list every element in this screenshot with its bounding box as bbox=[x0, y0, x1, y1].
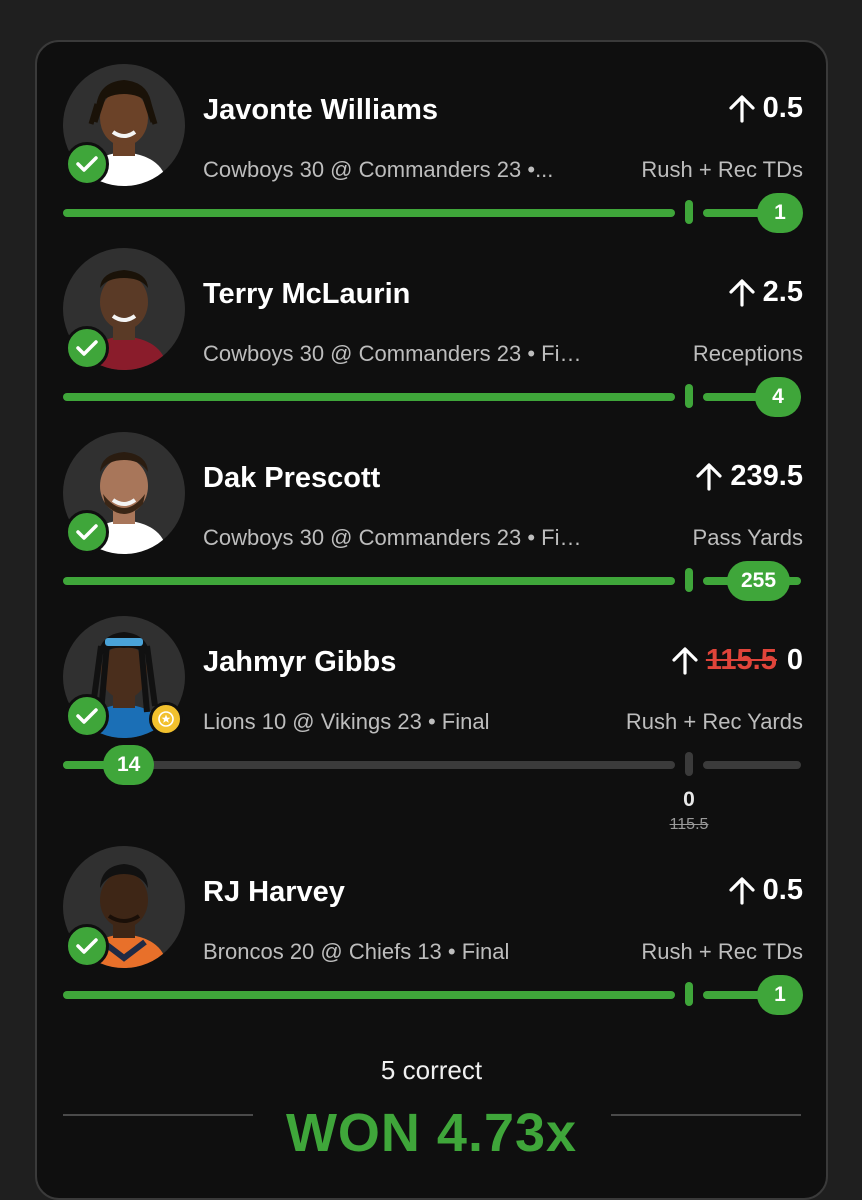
pick-line: 115.5 0 bbox=[672, 644, 803, 677]
pick-line: 2.5 bbox=[729, 276, 803, 309]
player-name: Terry McLaurin bbox=[203, 278, 411, 310]
result-bubble: 255 bbox=[727, 561, 791, 601]
progress-fill bbox=[63, 577, 675, 585]
arrow-up-icon bbox=[696, 462, 723, 491]
payout-result: WON 4.73x bbox=[285, 1103, 578, 1163]
game-info: Cowboys 30 @ Commanders 23 • Final bbox=[203, 341, 583, 366]
line-tick-label: 0 115.5 bbox=[663, 788, 715, 834]
hit-check-icon bbox=[65, 510, 109, 554]
line-value: 239.5 bbox=[730, 460, 803, 492]
arrow-up-icon bbox=[729, 876, 755, 905]
game-info: Broncos 20 @ Chiefs 13 • Final bbox=[203, 939, 510, 964]
player-name: RJ Harvey bbox=[203, 876, 345, 908]
line-tick bbox=[685, 982, 693, 1006]
progress-fill bbox=[63, 209, 675, 217]
stat-type: Rush + Rec TDs bbox=[641, 939, 803, 964]
result-bubble: 14 bbox=[103, 745, 155, 785]
stat-type: Rush + Rec Yards bbox=[625, 709, 803, 734]
hit-check-icon bbox=[65, 694, 109, 738]
stat-type: Receptions bbox=[692, 341, 803, 366]
hit-check-icon bbox=[65, 326, 109, 370]
line-value: 0.5 bbox=[762, 874, 803, 906]
stat-type: Rush + Rec TDs bbox=[641, 157, 803, 182]
arrow-up-icon bbox=[672, 646, 698, 675]
entry-card: Javonte Williams Cowboys 30 @ Commanders… bbox=[35, 40, 828, 1200]
result-bubble: 1 bbox=[757, 193, 803, 233]
game-info: Lions 10 @ Vikings 23 • Final bbox=[203, 709, 490, 734]
game-info: Cowboys 30 @ Commanders 23 •... bbox=[203, 157, 554, 182]
line-tick bbox=[685, 200, 693, 224]
game-info: Cowboys 30 @ Commanders 23 • Final bbox=[203, 525, 583, 550]
line-value: 0 bbox=[786, 644, 803, 676]
pick-line: 0.5 bbox=[729, 92, 803, 125]
arrow-up-icon bbox=[729, 94, 755, 123]
pick-line: 239.5 bbox=[696, 460, 803, 493]
line-tick bbox=[685, 384, 693, 408]
player-name: Jahmyr Gibbs bbox=[203, 646, 397, 678]
progress-track-empty bbox=[63, 761, 675, 769]
original-line-value: 115.5 bbox=[705, 644, 777, 676]
line-value: 0.5 bbox=[762, 92, 803, 124]
progress-track: 4 bbox=[63, 376, 803, 420]
progress-track: 1 bbox=[63, 192, 803, 236]
hit-check-icon bbox=[65, 924, 109, 968]
line-value: 2.5 bbox=[762, 276, 803, 308]
progress-track: 255 bbox=[63, 560, 803, 604]
line-tick bbox=[685, 752, 693, 776]
progress-track-empty-over bbox=[703, 761, 801, 769]
stat-type: Pass Yards bbox=[692, 525, 803, 550]
player-name: Dak Prescott bbox=[203, 462, 381, 494]
arrow-up-icon bbox=[729, 278, 755, 307]
result-bubble: 4 bbox=[755, 377, 801, 417]
progress-track: 14 0 115.5 bbox=[63, 744, 803, 834]
result-bubble: 1 bbox=[757, 975, 803, 1015]
correct-count: 5 correct bbox=[380, 1055, 483, 1085]
line-tick bbox=[685, 568, 693, 592]
hit-check-icon bbox=[65, 142, 109, 186]
pick-line: 0.5 bbox=[729, 874, 803, 907]
player-name: Javonte Williams bbox=[203, 94, 439, 126]
progress-fill bbox=[63, 991, 675, 999]
original-line: 115.5 bbox=[669, 816, 709, 833]
progress-track: 1 bbox=[63, 974, 803, 1018]
promo-star-icon bbox=[149, 702, 183, 736]
adjusted-line: 0 bbox=[683, 788, 695, 811]
progress-fill bbox=[63, 393, 675, 401]
